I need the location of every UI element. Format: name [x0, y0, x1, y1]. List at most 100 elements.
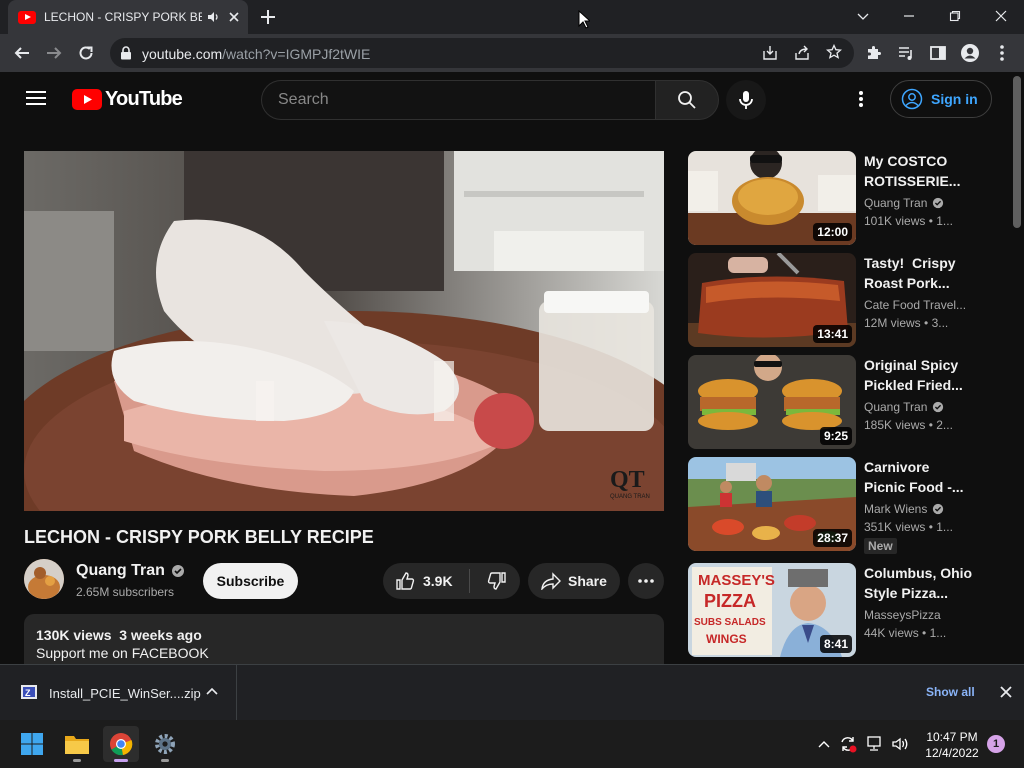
show-all-downloads-link[interactable]: Show all — [926, 685, 975, 699]
recommendation-title[interactable]: Columbus, Ohio Style Pizza... — [864, 563, 974, 603]
sign-in-label: Sign in — [931, 91, 978, 107]
file-explorer-icon[interactable] — [59, 726, 95, 762]
app-running-indicator — [161, 759, 169, 762]
audio-playing-icon[interactable] — [206, 10, 220, 24]
app-running-indicator — [73, 759, 81, 762]
video-duration: 28:37 — [813, 529, 852, 547]
age-text: 1... — [936, 520, 953, 534]
forward-arrow-icon[interactable] — [42, 41, 66, 65]
channel-text: Quang Tran — [864, 400, 928, 414]
network-icon[interactable] — [864, 734, 884, 754]
recommendation-thumbnail[interactable]: 28:37 — [688, 457, 856, 551]
channel-text: Quang Tran — [864, 196, 928, 210]
new-tab-icon[interactable] — [258, 7, 278, 27]
download-shelf: Z Install_PCIE_WinSer....zip Show all — [0, 664, 1024, 721]
more-actions-button[interactable] — [628, 563, 664, 599]
recommendation-channel[interactable]: MasseysPizza — [864, 608, 941, 622]
views-text: 351K views — [864, 520, 926, 534]
recommendation-channel[interactable]: Quang Tran — [864, 196, 944, 210]
channel-name[interactable]: Quang Tran — [76, 562, 185, 580]
account-circle-icon — [901, 88, 923, 110]
recommendation-title[interactable]: Original Spicy Pickled Fried... — [864, 355, 974, 395]
views-text: 185K views — [864, 418, 926, 432]
share-button[interactable]: Share — [528, 563, 620, 599]
extensions-puzzle-icon[interactable] — [862, 41, 886, 65]
dislike-button[interactable] — [473, 563, 520, 599]
scrollbar-thumb[interactable] — [1013, 76, 1021, 228]
page-scrollbar[interactable] — [1010, 72, 1024, 664]
download-options-chevron-icon[interactable] — [206, 687, 218, 697]
recommendation-item[interactable]: 9:25 Original Spicy Pickled Fried... Qua… — [688, 355, 1008, 449]
recommendation-title[interactable]: Tasty! Crispy Roast Pork... — [864, 253, 974, 293]
recommendation-thumbnail[interactable]: 12:00 — [688, 151, 856, 245]
install-app-icon[interactable] — [762, 45, 778, 61]
system-clock[interactable]: 10:47 PM 12/4/2022 — [916, 729, 988, 761]
windows-taskbar — [0, 720, 1024, 768]
voice-search-button[interactable] — [726, 80, 766, 120]
tab-close-icon[interactable] — [228, 11, 240, 23]
browser-menu-icon[interactable] — [990, 41, 1014, 65]
recommendation-channel[interactable]: Mark Wiens — [864, 502, 944, 516]
address-bar[interactable]: youtube.com/watch?v=IGMPJf2tWIE — [110, 38, 854, 68]
close-download-shelf-icon[interactable] — [1000, 686, 1012, 698]
video-frame-image: QT QUANG TRAN — [24, 151, 664, 511]
media-controls-icon[interactable] — [894, 41, 918, 65]
subscriber-count: 2.65M subscribers — [76, 585, 175, 599]
notification-badge[interactable]: 1 — [987, 735, 1005, 753]
profile-avatar-icon[interactable] — [958, 41, 982, 65]
recommendation-thumbnail[interactable]: MASSEY'S PIZZA SUBS SALADS WINGS 8:41 — [688, 563, 856, 657]
thumb-sign-line3: SUBS SALADS — [694, 617, 766, 628]
video-player[interactable]: QT QUANG TRAN — [24, 151, 664, 511]
chrome-taskbar-icon[interactable] — [103, 726, 139, 762]
side-panel-icon[interactable] — [926, 41, 950, 65]
settings-gear-taskbar-icon[interactable] — [147, 726, 183, 762]
channel-text: MasseysPizza — [864, 608, 941, 622]
settings-more-icon[interactable] — [858, 90, 864, 108]
share-arrow-icon — [541, 572, 561, 590]
thumbs-down-icon — [487, 572, 506, 590]
youtube-logo[interactable]: YouTube — [72, 88, 183, 111]
tab-search-chevron-icon[interactable] — [840, 0, 886, 32]
bookmark-star-icon[interactable] — [826, 44, 842, 60]
search-input[interactable]: Search — [261, 80, 656, 120]
volume-icon[interactable] — [890, 734, 910, 754]
like-count: 3.9K — [423, 573, 453, 589]
close-window-button[interactable] — [978, 0, 1024, 32]
show-hidden-icons-chevron-icon[interactable] — [814, 734, 834, 754]
recommendation-title[interactable]: Carnivore Picnic Food -... — [864, 457, 974, 497]
minimize-button[interactable] — [886, 0, 932, 32]
recommendation-channel[interactable]: Cate Food Travel... — [864, 298, 966, 312]
hamburger-menu-icon[interactable] — [26, 90, 46, 106]
recommendation-item[interactable]: 12:00 My COSTCO ROTISSERIE... Quang Tran… — [688, 151, 1008, 245]
recommendation-title[interactable]: My COSTCO ROTISSERIE... — [864, 151, 974, 191]
channel-avatar[interactable] — [24, 559, 64, 599]
youtube-favicon-icon — [18, 10, 36, 24]
search-button[interactable] — [655, 80, 719, 120]
like-dislike-bar: 3.9K — [383, 563, 520, 599]
views-text: 101K views — [864, 214, 926, 228]
sync-alert-icon[interactable] — [838, 734, 858, 754]
browser-tab[interactable]: LECHON - CRISPY PORK BELLY RECIPE — [8, 0, 248, 34]
video-watermark: QT — [610, 467, 645, 493]
like-button[interactable]: 3.9K — [383, 563, 469, 599]
lock-icon[interactable] — [120, 46, 132, 60]
windows-start-icon[interactable] — [14, 726, 50, 762]
recommendation-thumbnail[interactable]: 9:25 — [688, 355, 856, 449]
recommendation-item[interactable]: MASSEY'S PIZZA SUBS SALADS WINGS 8:41 Co… — [688, 563, 1008, 657]
verified-badge-icon — [933, 401, 944, 413]
back-arrow-icon[interactable] — [10, 41, 34, 65]
restore-button[interactable] — [932, 0, 978, 32]
share-page-icon[interactable] — [794, 45, 810, 61]
browser-tab-strip: LECHON - CRISPY PORK BELLY RECIPE — [0, 0, 1024, 34]
recommendation-item[interactable]: 28:37 Carnivore Picnic Food -... Mark Wi… — [688, 457, 1008, 554]
recommendation-views: 351K views • 1... — [864, 520, 953, 534]
sign-in-button[interactable]: Sign in — [890, 80, 992, 118]
subscribe-button[interactable]: Subscribe — [203, 563, 298, 599]
recommendation-channel[interactable]: Quang Tran — [864, 400, 944, 414]
recommendation-item[interactable]: 13:41 Tasty! Crispy Roast Pork... Cate F… — [688, 253, 1008, 347]
like-divider — [469, 569, 470, 593]
reload-icon[interactable] — [74, 41, 98, 65]
recommendation-thumbnail[interactable]: 13:41 — [688, 253, 856, 347]
video-duration: 8:41 — [819, 635, 852, 653]
download-item[interactable]: Z Install_PCIE_WinSer....zip — [0, 665, 237, 721]
